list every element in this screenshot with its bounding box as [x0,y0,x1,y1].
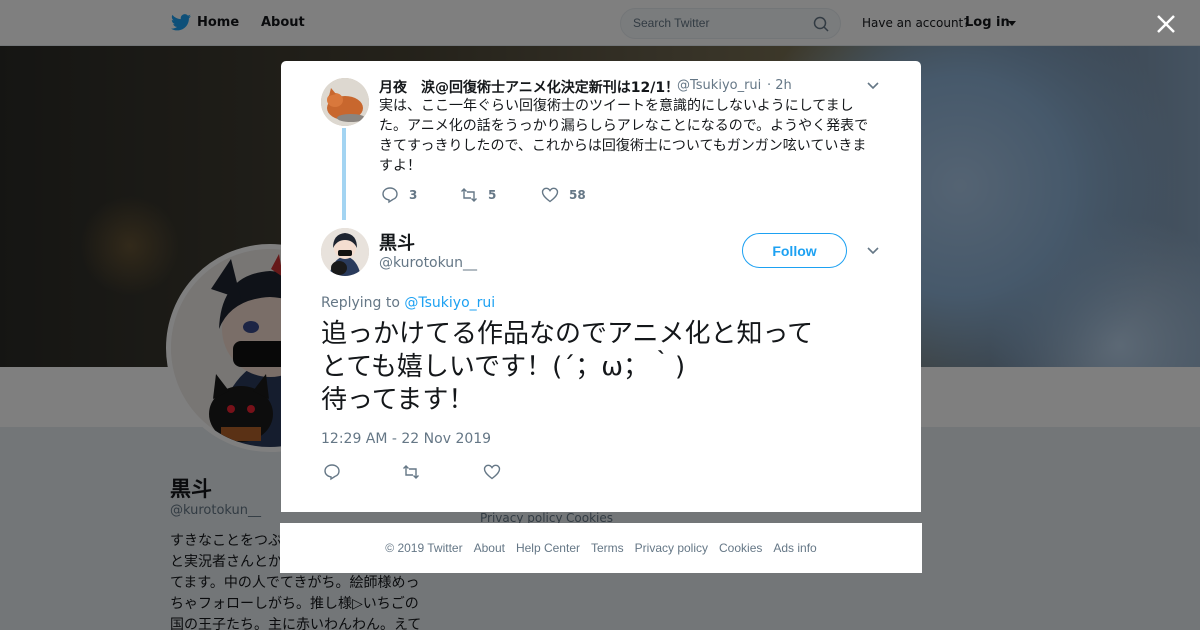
thread-connector [342,128,346,220]
chevron-down-icon[interactable] [867,82,879,90]
like-icon [541,187,559,203]
footer-copyright: © 2019 Twitter [385,541,463,555]
main-tweet-text: 追っかけてる作品なのでアニメ化と知って とても嬉しいです！(´；ω；｀) 待って… [321,319,814,415]
footer-terms-link[interactable]: Terms [591,541,624,555]
like-icon[interactable] [483,463,501,481]
parent-author-name[interactable]: 月夜 涙@回復術士アニメ化決定新刊は12/1！ [379,77,679,97]
footer-ads-link[interactable]: Ads info [773,541,816,555]
replying-to: Replying to @Tsukiyo_rui [321,295,495,311]
avatar-image [321,228,369,276]
close-icon[interactable] [1154,12,1178,36]
follow-button[interactable]: Follow [742,233,847,268]
modal-footer: © 2019 Twitter About Help Center Terms P… [280,523,922,573]
parent-tweet-text: 実は、ここ一年ぐらい回復術士のツイートを意識的にしないようにしてました。アニメ化… [379,98,869,174]
retweet-count: 5 [488,188,497,202]
retweet-icon [461,188,477,202]
reply-count: 3 [409,188,418,202]
footer-about-link[interactable]: About [474,541,505,555]
parent-like-button[interactable]: 58 [541,186,586,204]
main-author-name[interactable]: 黒斗 [379,229,415,255]
like-count: 58 [569,188,586,202]
replying-prefix: Replying to [321,295,400,311]
avatar-image [321,78,369,126]
reply-icon [382,187,398,204]
parent-tweet-time[interactable]: · 2h [767,78,792,93]
main-author-handle[interactable]: @kurotokun__ [379,255,477,271]
parent-reply-button[interactable]: 3 [381,186,417,204]
footer-privacy-link[interactable]: Privacy policy [635,541,708,555]
footer-cookies-link[interactable]: Cookies [719,541,762,555]
avatar[interactable] [321,78,369,126]
replying-to-link[interactable]: @Tsukiyo_rui [404,295,495,311]
parent-author-handle[interactable]: @Tsukiyo_rui [677,78,761,93]
parent-retweet-button[interactable]: 5 [460,186,496,204]
tweet-permalink-modal: 月夜 涙@回復術士アニメ化決定新刊は12/1！ @Tsukiyo_rui · 2… [281,61,921,512]
avatar[interactable] [321,228,369,276]
reply-icon[interactable] [323,463,341,481]
chevron-down-icon[interactable] [867,247,879,255]
retweet-icon[interactable] [402,463,420,481]
footer-help-link[interactable]: Help Center [516,541,580,555]
tweet-timestamp[interactable]: 12:29 AM - 22 Nov 2019 [321,431,491,447]
